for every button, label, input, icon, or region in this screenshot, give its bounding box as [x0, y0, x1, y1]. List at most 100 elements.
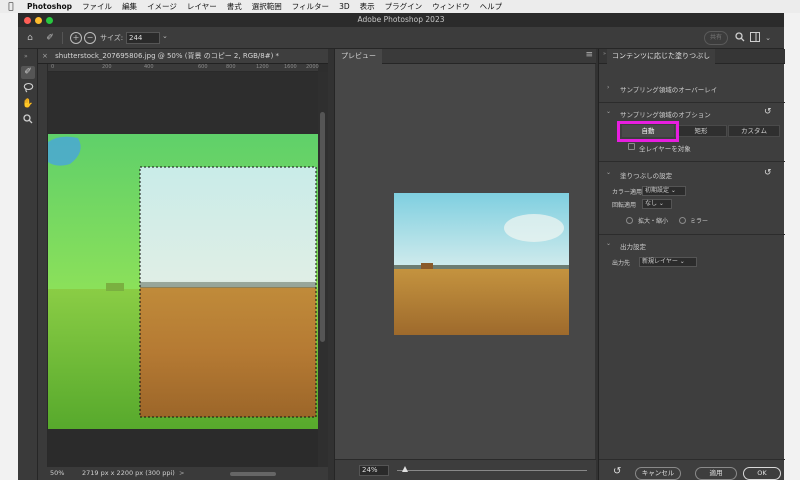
rotation-adapt-value: なし — [645, 200, 658, 207]
preview-zoom-slider-knob[interactable] — [401, 466, 408, 472]
search-icon[interactable] — [734, 32, 746, 44]
color-adapt-value: 初期設定 — [645, 187, 670, 194]
add-to-selection-icon[interactable]: + — [70, 32, 82, 44]
hand-tool-icon[interactable]: ✋ — [21, 98, 35, 111]
vertical-scrollbar[interactable] — [318, 72, 328, 467]
close-window-button[interactable] — [24, 16, 31, 24]
menu-select[interactable]: 選択範囲 — [247, 1, 287, 12]
menu-help[interactable]: ヘルプ — [475, 1, 508, 12]
expand-chevron-icon[interactable]: › — [607, 84, 609, 91]
scale-label: 拡大・縮小 — [638, 218, 669, 225]
fill-settings-heading[interactable]: 塗りつぶしの設定 — [620, 170, 672, 180]
color-adapt-label: カラー適用 — [612, 189, 643, 196]
collapse-panel-icon[interactable]: » — [24, 53, 28, 60]
ruler-tick: 1600 — [284, 64, 297, 70]
close-tab-icon[interactable]: × — [42, 52, 48, 60]
document-tab[interactable]: × shutterstock_207695806.jpg @ 50% (背景 の… — [38, 49, 328, 64]
ruler-tick: 400 — [144, 64, 154, 70]
menu-layer[interactable]: レイヤー — [182, 1, 222, 12]
reset-fill-icon[interactable]: ↺ — [764, 168, 772, 178]
photoshop-window: Adobe Photoshop 2023 ⌂ ✐ + − サイズ: 244 ⌄ … — [18, 13, 785, 480]
ruler-tick: 200 — [102, 64, 112, 70]
separator — [62, 32, 63, 44]
menu-file[interactable]: ファイル — [77, 1, 117, 12]
cancel-button[interactable]: キャンセル — [635, 467, 681, 480]
sampling-overlay-heading[interactable]: サンプリング領域のオーバーレイ — [620, 84, 717, 94]
zoom-level[interactable]: 50% — [50, 467, 64, 480]
menu-type[interactable]: 書式 — [222, 1, 247, 12]
reset-sampling-icon[interactable]: ↺ — [764, 107, 772, 117]
preview-tab-bar: プレビュー ≡ — [335, 49, 596, 64]
menu-plugins[interactable]: プラグイン — [380, 1, 428, 12]
scroll-thumb[interactable] — [320, 112, 325, 342]
subtract-from-selection-icon[interactable]: − — [84, 32, 96, 44]
minimize-window-button[interactable] — [35, 16, 42, 24]
apply-button[interactable]: 適用 — [695, 467, 737, 480]
reset-all-icon[interactable]: ↺ — [613, 466, 621, 477]
preview-panel: プレビュー ≡ 24% — [334, 49, 596, 480]
collapse-chevron-icon[interactable]: ⌄ — [606, 108, 611, 115]
menu-photoshop[interactable]: Photoshop — [22, 2, 77, 11]
color-adapt-dropdown[interactable]: 初期設定 ⌄ — [642, 186, 686, 196]
window-titlebar: Adobe Photoshop 2023 — [18, 13, 784, 27]
ruler-tick: 2000 — [306, 64, 319, 70]
apple-menu-icon[interactable]:  — [0, 2, 22, 12]
size-dropdown-chevron-icon[interactable]: ⌄ — [162, 32, 168, 40]
preview-zoom-slider[interactable] — [397, 470, 587, 471]
output-settings-heading[interactable]: 出力設定 — [620, 241, 646, 251]
ok-button[interactable]: OK — [743, 467, 781, 480]
document-tab-title: shutterstock_207695806.jpg @ 50% (背景 のコピ… — [55, 52, 280, 60]
zoom-tool-icon[interactable] — [21, 114, 35, 127]
options-bar: ⌂ ✐ + − サイズ: 244 ⌄ 共有 ⌄ — [18, 27, 784, 49]
collapse-chevron-icon[interactable]: ⌄ — [606, 240, 611, 247]
menu-edit[interactable]: 編集 — [117, 1, 142, 12]
size-field[interactable]: 244 — [126, 32, 160, 44]
all-layers-checkbox[interactable] — [628, 143, 635, 150]
scale-checkbox[interactable] — [626, 217, 633, 224]
vertical-ruler — [38, 64, 48, 467]
menu-image[interactable]: イメージ — [142, 1, 182, 12]
rotation-adapt-dropdown[interactable]: なし ⌄ — [642, 199, 672, 209]
macos-menubar:  Photoshop ファイル 編集 イメージ レイヤー 書式 選択範囲 フィ… — [0, 0, 800, 13]
preview-zoom-field[interactable]: 24% — [359, 465, 389, 476]
panel-menu-icon[interactable]: ≡ — [585, 50, 593, 60]
output-to-dropdown[interactable]: 新規レイヤー ⌄ — [639, 257, 697, 267]
share-button[interactable]: 共有 — [704, 31, 728, 45]
document-area: × shutterstock_207695806.jpg @ 50% (背景 の… — [38, 49, 328, 480]
menu-window[interactable]: ウィンドウ — [427, 1, 475, 12]
horizontal-scroll-thumb[interactable] — [230, 472, 276, 476]
menu-3d[interactable]: 3D — [334, 2, 355, 11]
highlight-box — [617, 121, 679, 142]
workspace-chevron-icon[interactable]: ⌄ — [762, 32, 774, 44]
preview-tab[interactable]: プレビュー — [335, 49, 382, 64]
menu-view[interactable]: 表示 — [355, 1, 380, 12]
zoom-window-button[interactable] — [46, 16, 53, 24]
content-aware-brush-tool-icon[interactable]: ✐ — [21, 66, 35, 79]
output-to-value: 新規レイヤー — [642, 258, 678, 265]
document-status-bar: 50% 2719 px x 2200 px (300 ppi) > — [38, 467, 328, 480]
output-to-label: 出力先 — [612, 260, 631, 267]
sampling-options-heading[interactable]: サンプリング領域のオプション — [620, 109, 711, 119]
collapse-chevron-icon[interactable]: ⌄ — [606, 169, 611, 176]
ruler-tick: 600 — [198, 64, 208, 70]
window-title: Adobe Photoshop 2023 — [357, 15, 445, 24]
preview-footer: 24% — [335, 459, 596, 480]
sampling-custom-button[interactable]: カスタム — [728, 125, 780, 137]
mirror-checkbox[interactable] — [679, 217, 686, 224]
document-canvas[interactable] — [48, 72, 318, 467]
home-icon[interactable]: ⌂ — [24, 32, 36, 44]
tools-panel: » ✐ ✋ — [18, 49, 38, 480]
all-layers-label: 全レイヤーを対象 — [639, 145, 691, 153]
workspace-icon[interactable] — [749, 32, 761, 44]
lasso-tool-preset-icon[interactable]: ✐ — [44, 32, 56, 44]
mirror-label: ミラー — [690, 218, 709, 225]
panel-title[interactable]: コンテンツに応じた塗りつぶし — [607, 49, 716, 64]
rotation-adapt-label: 回転適用 — [612, 202, 637, 209]
panel-collapse-icon[interactable]: » — [603, 51, 606, 57]
size-label: サイズ: — [100, 34, 124, 42]
lasso-tool-icon[interactable] — [21, 82, 35, 95]
preview-image — [394, 193, 569, 335]
sampling-rectangle-button[interactable]: 矩形 — [675, 125, 727, 137]
menu-filter[interactable]: フィルター — [287, 1, 334, 12]
status-menu-arrow-icon[interactable]: > — [179, 467, 184, 480]
